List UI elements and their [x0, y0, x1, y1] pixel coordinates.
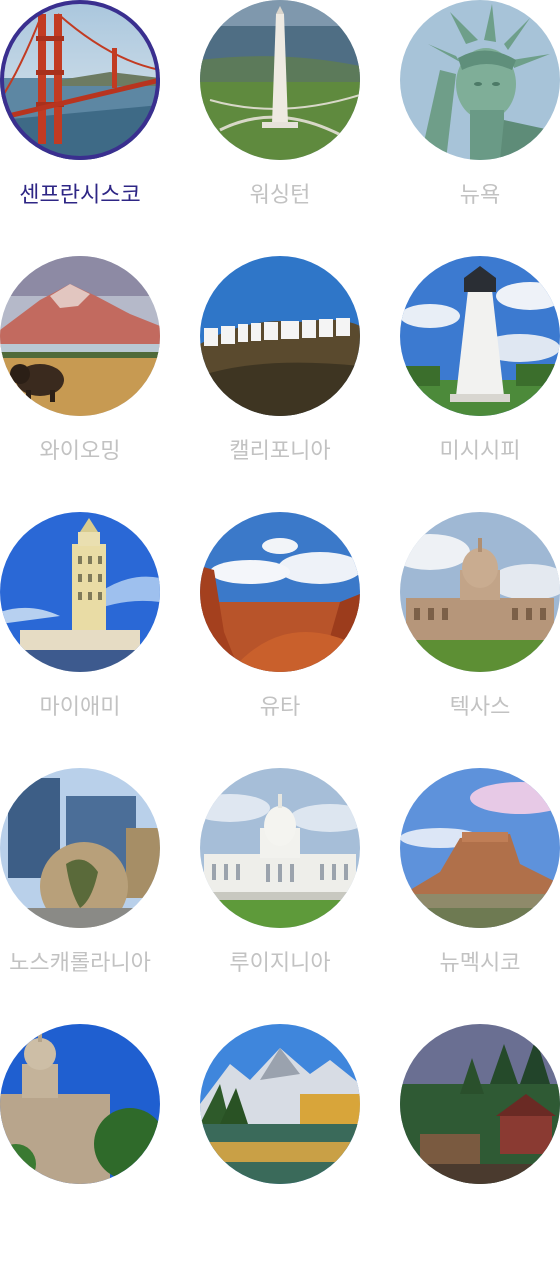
- city-label: 루이지니아: [229, 951, 331, 976]
- lighthouse-image: [400, 256, 560, 416]
- texas-capitol-image: [400, 512, 560, 672]
- city-tile-california[interactable]: 캘리포니아: [200, 256, 360, 512]
- city-label: 와이오밍: [39, 439, 121, 464]
- mountain-lake-image: [200, 1024, 360, 1184]
- city-label: 유타: [259, 695, 301, 720]
- city-tile-new-york[interactable]: 뉴욕: [400, 0, 560, 256]
- city-tile-15[interactable]: [400, 1024, 560, 1280]
- city-tile-mississippi[interactable]: 미시시피: [400, 256, 560, 512]
- city-label: 뉴멕시코: [439, 951, 521, 976]
- city-label: 미시시피: [439, 439, 521, 464]
- bison-mountain-image: [0, 256, 160, 416]
- hollywood-sign-image: [200, 256, 360, 416]
- desert-butte-image: [400, 768, 560, 928]
- forest-town-image: [400, 1024, 560, 1184]
- city-tile-13[interactable]: [0, 1024, 160, 1280]
- golden-gate-bridge-image: [0, 0, 160, 160]
- city-label: 노스캐롤라니아: [9, 951, 151, 976]
- washington-monument-image: [200, 0, 360, 160]
- city-tile-14[interactable]: [200, 1024, 360, 1280]
- city-label: 센프란시스코: [19, 183, 141, 208]
- city-tile-san-francisco[interactable]: 센프란시스코: [0, 0, 160, 256]
- city-label: 마이애미: [39, 695, 121, 720]
- city-label: 텍사스: [449, 695, 511, 720]
- city-label: 캘리포니아: [229, 439, 331, 464]
- city-label: 뉴욕: [459, 183, 501, 208]
- city-label: 워싱턴: [249, 183, 311, 208]
- city-grid: 센프란시스코 워싱턴 뉴욕 와이오밍 캘리포니아 미시시피 마이애미 유타 텍사…: [0, 0, 560, 1280]
- city-tile-wyoming[interactable]: 와이오밍: [0, 256, 160, 512]
- freedom-tower-image: [0, 512, 160, 672]
- city-tile-texas[interactable]: 텍사스: [400, 512, 560, 768]
- city-tile-utah[interactable]: 유타: [200, 512, 360, 768]
- city-tile-washington[interactable]: 워싱턴: [200, 0, 360, 256]
- city-tile-new-mexico[interactable]: 뉴멕시코: [400, 768, 560, 1024]
- red-rock-mesa-image: [200, 512, 360, 672]
- capitol-building-image: [0, 1024, 160, 1184]
- us-capitol-image: [200, 768, 360, 928]
- city-tile-louisiana[interactable]: 루이지니아: [200, 768, 360, 1024]
- city-tile-miami[interactable]: 마이애미: [0, 512, 160, 768]
- statue-of-liberty-image: [400, 0, 560, 160]
- city-tile-north-carolina[interactable]: 노스캐롤라니아: [0, 768, 160, 1024]
- globe-museum-image: [0, 768, 160, 928]
